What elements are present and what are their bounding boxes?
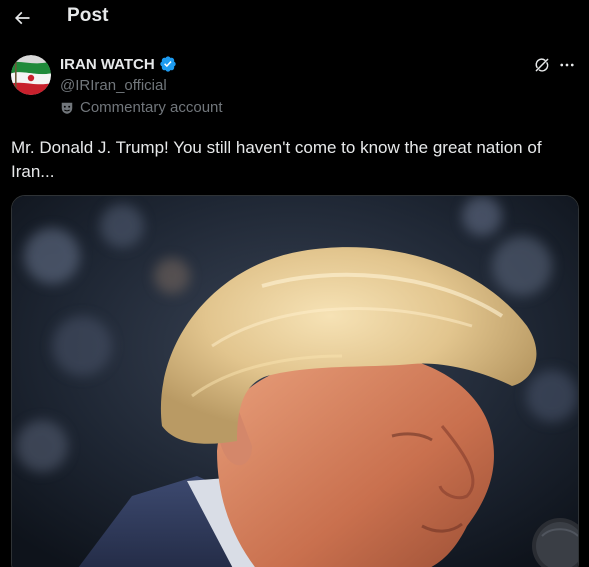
theater-mask-icon (61, 102, 73, 114)
iran-flag-avatar (11, 55, 51, 95)
author-name-row: IRAN WATCH (60, 55, 177, 73)
more-horizontal-icon (560, 63, 574, 67)
grok-button[interactable] (532, 55, 552, 75)
back-button[interactable] (10, 6, 34, 30)
verified-badge-icon[interactable] (159, 55, 177, 73)
avatar[interactable] (11, 55, 51, 95)
author-handle[interactable]: @IRIran_official (60, 77, 167, 94)
author-name[interactable]: IRAN WATCH (60, 56, 155, 73)
grok-icon (535, 58, 549, 72)
post-detail-page: Post IRAN WATCH @IRIran_official Comment… (0, 0, 589, 567)
page-title: Post (67, 5, 109, 26)
top-bar: Post (0, 0, 589, 36)
photo-illustration (12, 196, 578, 567)
post-media-photo[interactable] (11, 195, 579, 567)
commentary-label[interactable]: Commentary account (60, 99, 223, 116)
more-options-button[interactable] (557, 55, 577, 75)
commentary-label-text: Commentary account (80, 99, 223, 116)
post-text: Mr. Donald J. Trump! You still haven't c… (11, 138, 542, 181)
arrow-left-icon (14, 11, 30, 25)
